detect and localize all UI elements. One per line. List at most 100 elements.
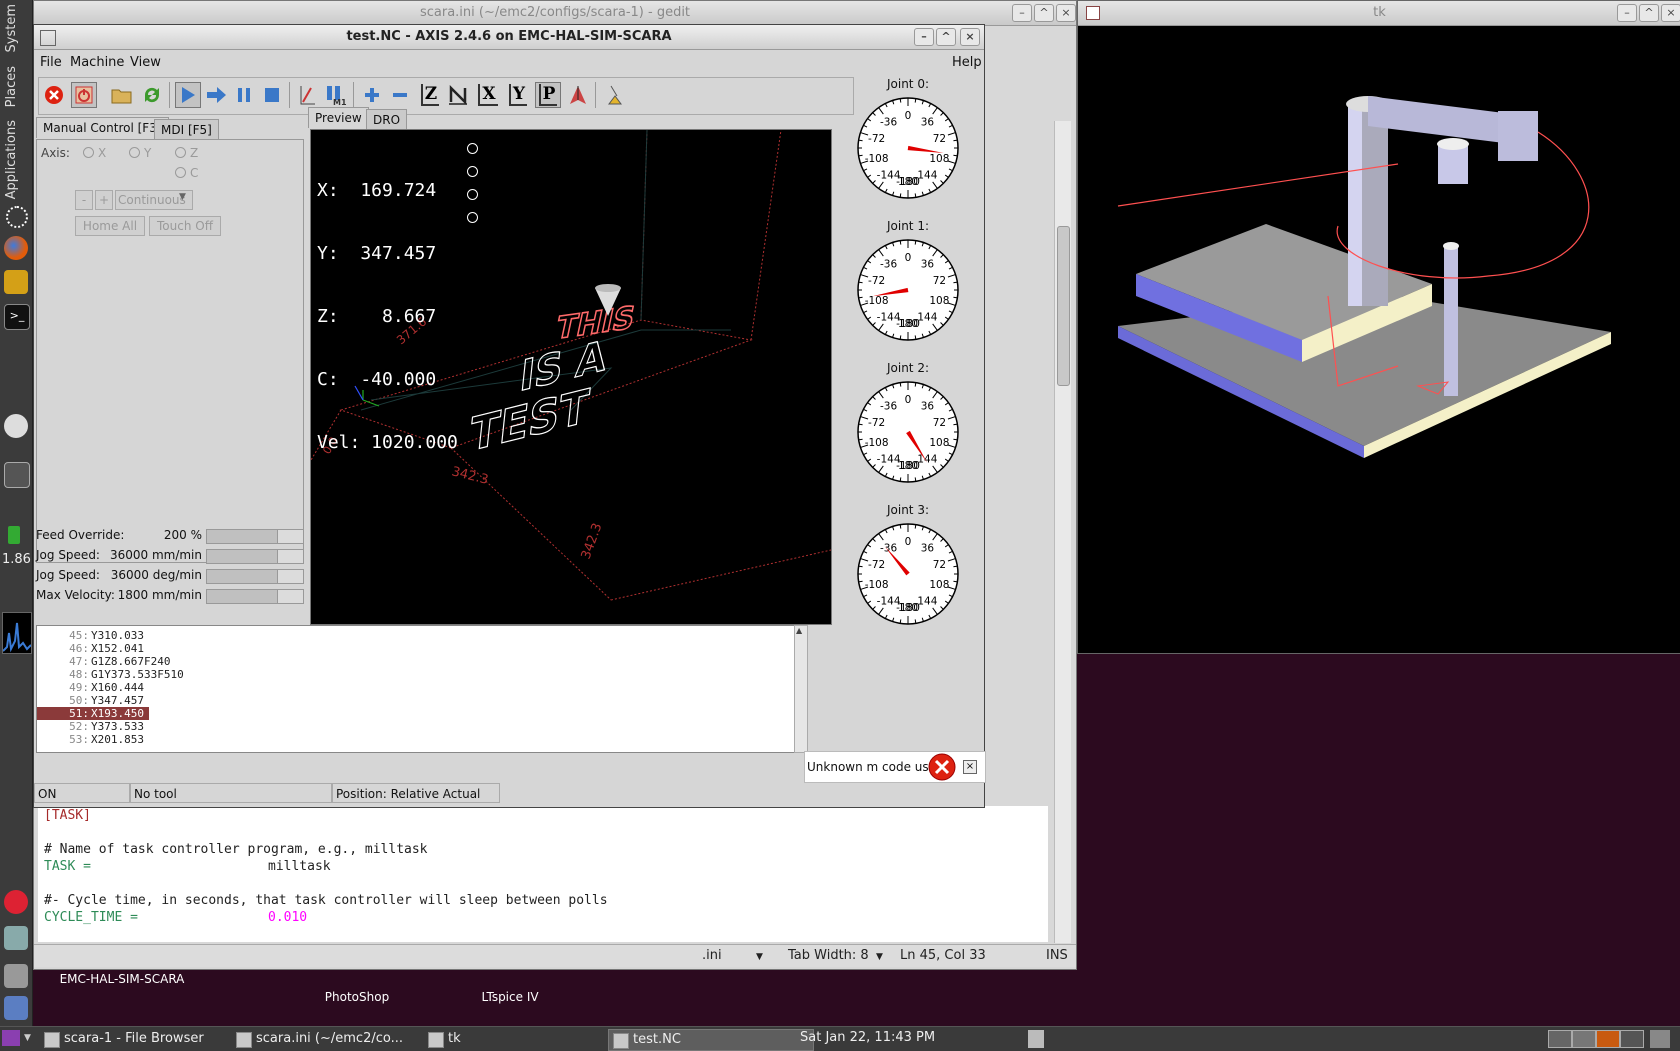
tk-titlebar[interactable]: tk – ^ × xyxy=(1078,1,1680,26)
gcode-line[interactable]: 48: G1Y373.533F510 xyxy=(37,668,184,681)
view-x-icon[interactable]: X xyxy=(475,82,501,108)
jog-speed-angular-slider[interactable]: Jog Speed: 36000 deg/min xyxy=(36,567,306,585)
max-velocity-slider[interactable]: Max Velocity: 1800 mm/min xyxy=(36,587,306,605)
firefox-icon[interactable] xyxy=(4,236,28,260)
taskbar-item-tk[interactable]: tk xyxy=(424,1029,628,1049)
system-menu[interactable]: System xyxy=(4,4,19,52)
gcode-scrollbar[interactable]: ▲ xyxy=(794,625,808,753)
taskbar-item-gedit[interactable]: scara.ini (~/emc2/co... xyxy=(232,1029,446,1049)
fileviewer-icon[interactable] xyxy=(1650,1030,1670,1048)
minimize-button[interactable]: – xyxy=(1012,4,1032,22)
tab-width-selector[interactable]: Tab Width: 8 xyxy=(788,948,869,963)
view-p-icon[interactable]: P xyxy=(535,82,561,108)
tab-preview[interactable]: Preview xyxy=(308,107,369,128)
clock[interactable]: Sat Jan 22, 11:43 PM xyxy=(800,1030,935,1045)
ubuntu-icon[interactable] xyxy=(6,206,28,228)
minimize-button[interactable]: – xyxy=(914,28,934,46)
gedit-editor[interactable]: [TASK] # Name of task controller program… xyxy=(38,806,1048,942)
chevron-down-icon[interactable]: ▼ xyxy=(876,952,883,962)
tool-icon[interactable] xyxy=(4,964,28,988)
close-button[interactable]: × xyxy=(1056,4,1076,22)
gcode-line[interactable]: 45: Y310.033 xyxy=(37,629,149,642)
show-desktop-icon[interactable] xyxy=(2,1030,20,1046)
gcode-line[interactable]: 51: X193.450 xyxy=(37,707,149,720)
gcode-line[interactable]: 52: Y373.533 xyxy=(37,720,149,733)
power-icon[interactable] xyxy=(71,82,97,108)
trash-icon[interactable] xyxy=(4,996,28,1020)
chevron-down-icon[interactable]: ▼ xyxy=(756,952,763,962)
maximize-button[interactable]: ^ xyxy=(1034,4,1054,22)
jog-speed-linear-slider[interactable]: Jog Speed: 36000 mm/min xyxy=(36,547,306,565)
gcode-listing[interactable]: 45: Y310.033 46: X152.041 47: G1Z8.667F240 48:… xyxy=(36,625,796,753)
chevron-down-icon[interactable]: ▼ xyxy=(179,192,186,202)
clock-icon[interactable] xyxy=(4,414,28,438)
estop-icon[interactable] xyxy=(41,82,67,108)
touch-off-button[interactable]: Touch Off xyxy=(149,216,221,236)
language-selector[interactable]: .ini xyxy=(702,948,722,963)
close-button[interactable]: × xyxy=(960,28,980,46)
toolpath-preview[interactable]: 371.6 342.3 342.3 0.0 THIS IS A TEST X: … xyxy=(310,129,832,625)
minimize-button[interactable]: – xyxy=(1617,4,1637,22)
places-menu[interactable]: Places xyxy=(4,66,19,107)
axis-radio-y[interactable]: Y xyxy=(129,146,151,160)
workspace-4[interactable] xyxy=(1620,1030,1644,1048)
home-all-button[interactable]: Home All xyxy=(75,216,145,236)
trash-icon[interactable] xyxy=(1028,1030,1044,1048)
taskbar-item-file-browser[interactable]: scara-1 - File Browser xyxy=(40,1029,254,1049)
tab-manual-control[interactable]: Manual Control [F3] xyxy=(36,117,169,138)
run-icon[interactable] xyxy=(175,82,201,108)
view-y-icon[interactable]: Y xyxy=(505,82,531,108)
touchoff-icon[interactable] xyxy=(295,82,321,108)
terminal-icon[interactable]: >_ xyxy=(4,304,30,330)
network-icon[interactable] xyxy=(4,926,28,950)
mdi-icon[interactable]: M1 xyxy=(323,82,349,108)
gcode-line[interactable]: 49: X160.444 xyxy=(37,681,149,694)
close-button[interactable]: × xyxy=(1661,4,1680,22)
reload-icon[interactable] xyxy=(139,82,165,108)
axis-titlebar[interactable]: test.NC - AXIS 2.4.6 on EMC-HAL-SIM-SCAR… xyxy=(34,25,984,50)
gcode-line[interactable]: 50: Y347.457 xyxy=(37,694,149,707)
menu-machine[interactable]: Machine xyxy=(70,55,124,70)
clear-icon[interactable] xyxy=(603,82,629,108)
desktop-icon-ltspice[interactable]: LTspice IV xyxy=(460,990,560,1004)
stop-icon[interactable] xyxy=(259,82,285,108)
pause-icon[interactable] xyxy=(231,82,257,108)
gcode-line[interactable]: 53: X201.853 xyxy=(37,733,149,746)
menu-view[interactable]: View xyxy=(130,55,161,70)
chevron-down-icon[interactable]: ▼ xyxy=(24,1033,31,1043)
gcode-line[interactable]: 46: X152.041 xyxy=(37,642,149,655)
axis-radio-z[interactable]: Z xyxy=(175,146,198,160)
desktop-icon-photoshop[interactable]: PhotoShop xyxy=(312,990,402,1004)
gedit-titlebar[interactable]: scara.ini (~/emc2/configs/scara-1) - ged… xyxy=(34,1,1076,26)
feed-override-slider[interactable]: Feed Override: 200 % xyxy=(36,527,306,545)
menu-file[interactable]: File xyxy=(40,55,62,70)
view-z-icon[interactable]: Z xyxy=(417,82,443,108)
applications-menu[interactable]: Applications xyxy=(4,120,19,199)
app-icon[interactable] xyxy=(4,270,28,294)
open-icon[interactable] xyxy=(109,82,135,108)
menu-help[interactable]: Help xyxy=(952,55,982,70)
close-icon[interactable]: × xyxy=(963,760,977,774)
taskbar-item-axis[interactable]: test.NC xyxy=(608,1029,814,1051)
scara-robot-view[interactable] xyxy=(1078,26,1680,651)
tab-mdi[interactable]: MDI [F5] xyxy=(154,119,219,140)
step-icon[interactable] xyxy=(203,82,229,108)
shutdown-icon[interactable] xyxy=(4,890,28,914)
zoom-out-icon[interactable] xyxy=(387,82,413,108)
view-z2-icon[interactable] xyxy=(445,82,471,108)
maximize-button[interactable]: ^ xyxy=(936,28,956,46)
axis-radio-c[interactable]: C xyxy=(175,166,198,180)
tab-dro[interactable]: DRO xyxy=(366,109,408,130)
axis-radio-x[interactable]: X xyxy=(83,146,106,160)
workspace-1[interactable] xyxy=(1548,1030,1572,1048)
jog-minus-button[interactable]: - xyxy=(75,190,93,210)
workspace-2[interactable] xyxy=(1572,1030,1596,1048)
gedit-scrollbar[interactable] xyxy=(1054,121,1071,943)
maximize-button[interactable]: ^ xyxy=(1639,4,1659,22)
desktop-icon-emc[interactable]: EMC-HAL-SIM-SCARA xyxy=(52,972,192,986)
workspace-3[interactable] xyxy=(1596,1030,1620,1048)
zoom-in-icon[interactable] xyxy=(359,82,385,108)
rotate-icon[interactable] xyxy=(565,82,591,108)
jog-plus-button[interactable]: + xyxy=(95,190,113,210)
gcode-line[interactable]: 47: G1Z8.667F240 xyxy=(37,655,170,668)
